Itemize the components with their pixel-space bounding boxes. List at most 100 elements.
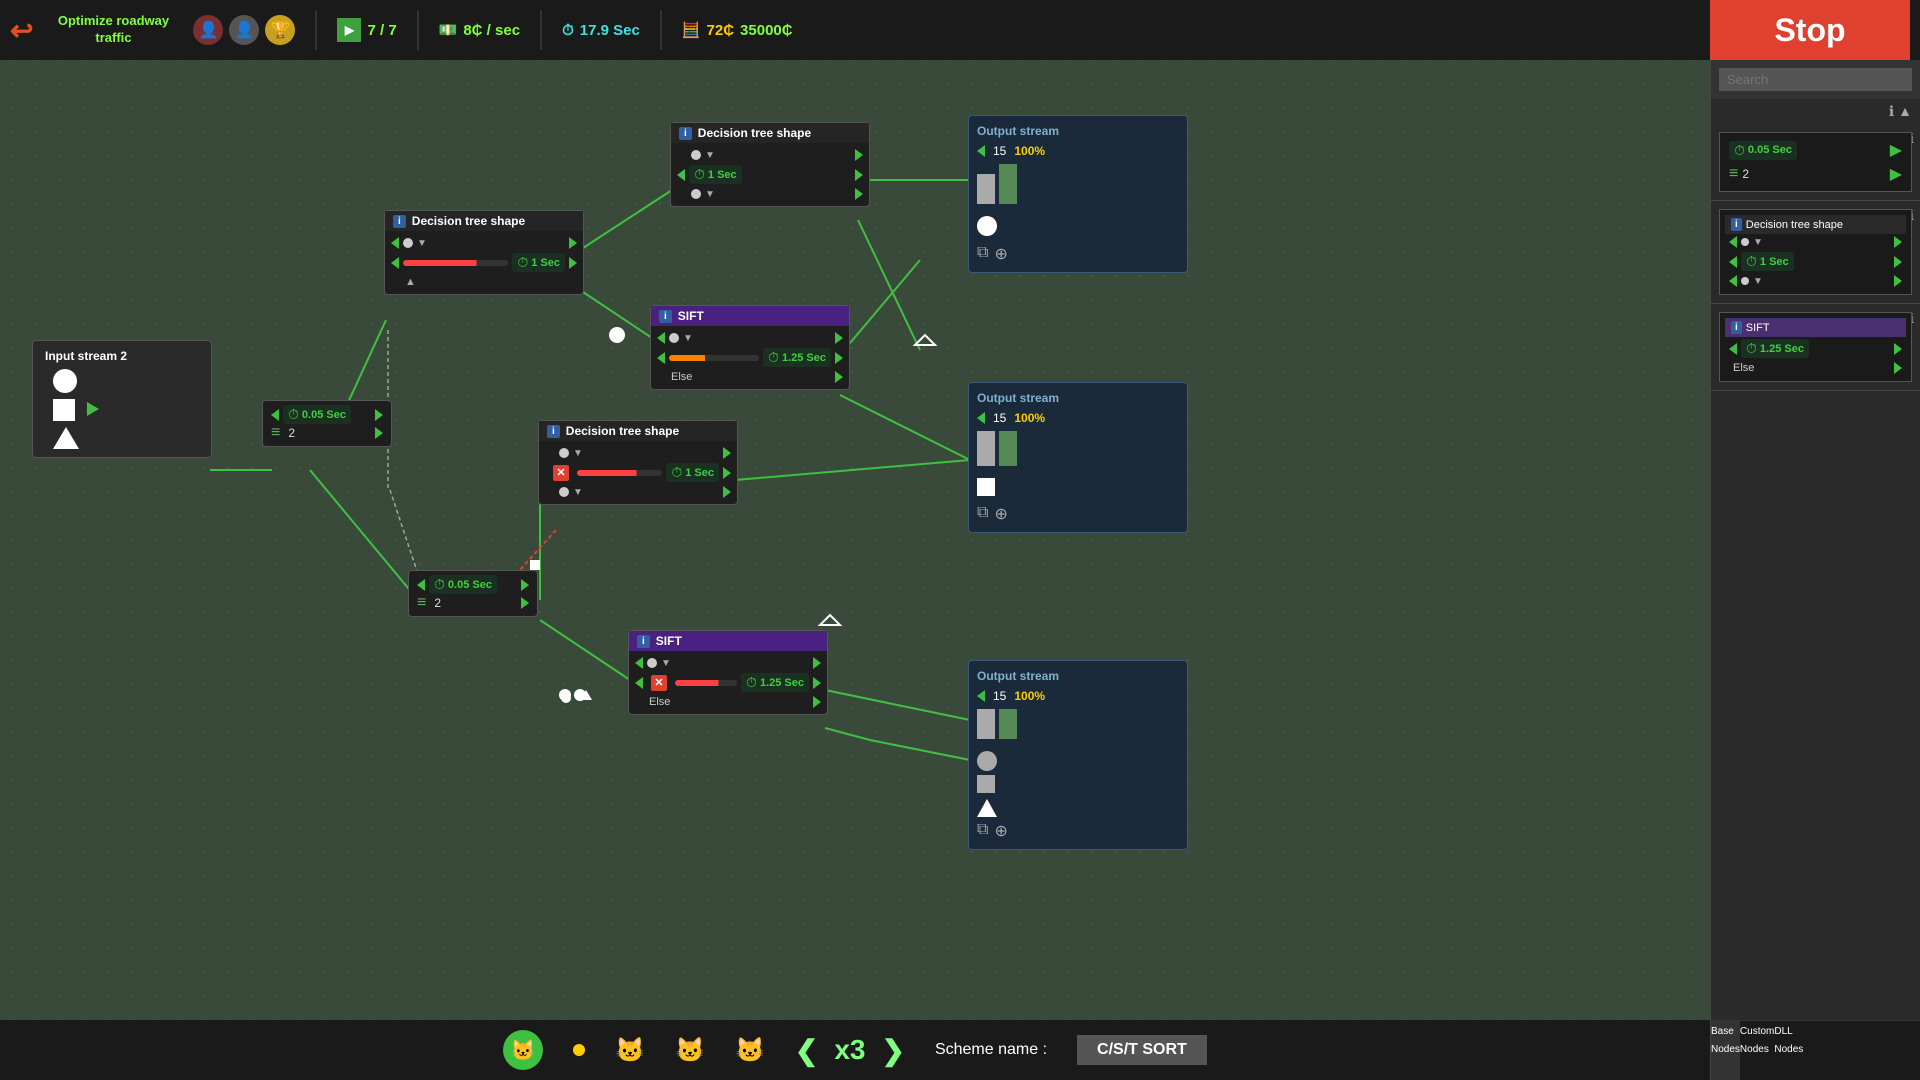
os2-title: Output stream (977, 391, 1179, 405)
input-stream-node: Input stream 2 (32, 340, 212, 458)
base-nodes-tab[interactable]: BaseNodes (1711, 1021, 1740, 1080)
proc2-out[interactable] (521, 579, 529, 591)
sift1-out-mid[interactable] (835, 352, 843, 364)
sift2-else: Else (635, 696, 670, 708)
dt2-header: i Decision tree shape (671, 123, 869, 143)
scheme-label: Scheme name : (935, 1041, 1047, 1059)
cat-icon-green: 🐱 (503, 1030, 543, 1070)
dt1-out-mid[interactable] (569, 257, 577, 269)
os2-settings-icon[interactable]: ⊕ (994, 504, 1007, 524)
dt1-header: i Decision tree shape (385, 211, 583, 231)
dll-nodes-label: DLLNodes (1774, 1026, 1803, 1055)
rp-dt-header: i Decision tree shape (1725, 215, 1906, 234)
os1-settings-icon[interactable]: ⊕ (994, 244, 1007, 264)
dt2-out-top[interactable] (855, 149, 863, 161)
sift1-out-top[interactable] (835, 332, 843, 344)
timer-value: 17.9 Sec (580, 22, 640, 39)
sift2-header: i SIFT (629, 631, 827, 651)
sift1-dot (669, 333, 679, 343)
proc2-out2[interactable] (521, 597, 529, 609)
sift1-slider[interactable] (669, 355, 759, 361)
sift2-slider[interactable] (675, 680, 737, 686)
cat-icon-3[interactable]: 🐱 (735, 1036, 765, 1065)
stop-button[interactable]: Stop (1710, 0, 1910, 60)
mult-left-btn[interactable]: ❮ (795, 1034, 818, 1067)
scroll-up-icon[interactable]: ▲ (1898, 103, 1912, 120)
circle-connector-1 (561, 693, 571, 703)
os1-layers-icon[interactable]: ⧉ (977, 244, 988, 264)
mult-right-btn[interactable]: ❯ (881, 1034, 904, 1067)
rp-arr-out-1[interactable] (1894, 236, 1902, 248)
rp-dt-title: Decision tree shape (1746, 219, 1843, 231)
rp-arrow-right-1[interactable]: ▶ (1890, 140, 1902, 160)
os2-icons[interactable]: ⧉ ⊕ (977, 504, 1179, 524)
proc-node-1: ⏱ 0.05 Sec ≡ 2 (262, 400, 392, 447)
custom-nodes-tab[interactable]: CustomNodes (1740, 1021, 1774, 1080)
os2-layers-icon[interactable]: ⧉ (977, 504, 988, 524)
sift1-in (657, 332, 665, 344)
os2-bar-1 (977, 431, 995, 466)
lines-icon-p2: ≡ (417, 594, 426, 612)
lines-icon-1: ≡ (1729, 165, 1738, 183)
dt1-in-top (391, 237, 399, 249)
os3-settings-icon[interactable]: ⊕ (994, 821, 1007, 841)
os1-stats: 15 100% (977, 144, 1179, 158)
sift1-title: SIFT (678, 309, 704, 323)
os3-percent: 100% (1014, 689, 1045, 703)
dt3-title: Decision tree shape (566, 424, 679, 438)
sift1-i-badge: i (659, 310, 672, 323)
proc1-out[interactable] (375, 409, 383, 421)
sift1-out-else[interactable] (835, 371, 843, 383)
dt3-out-bot[interactable] (723, 486, 731, 498)
dt3-out-top[interactable] (723, 447, 731, 459)
dt2-i-badge: i (679, 127, 692, 140)
sift2-out-mid[interactable] (813, 677, 821, 689)
rp-timer-2: ⏱ 1 Sec (1741, 252, 1794, 271)
sift2-out-top[interactable] (813, 657, 821, 669)
cat-icon-1[interactable]: 🐱 (615, 1036, 645, 1065)
rp-timer-1: ⏱ 0.05 Sec (1729, 141, 1797, 160)
proc1-out2[interactable] (375, 427, 383, 439)
main-canvas[interactable]: Input stream 2 ⏱ 0.05 Sec ≡ 2 (0, 60, 1710, 1020)
dt1-slider[interactable] (403, 260, 508, 266)
rp-sift-arr-out[interactable] (1894, 343, 1902, 355)
output-stream-1: Output stream 15 100% ⧉ ⊕ (968, 115, 1188, 273)
rp-item-1: ℹ ⏱ 0.05 Sec ▶ ≡ 2 ▶ (1711, 124, 1920, 201)
input-stream-title: Input stream 2 (45, 349, 199, 363)
dt-node-2: i Decision tree shape ▼ ⏱ 1 Sec (670, 122, 870, 207)
back-button[interactable]: ↩ (10, 14, 33, 47)
os3-in (977, 690, 985, 702)
dt2-out-bot[interactable] (855, 188, 863, 200)
scheme-name-input[interactable]: C/S/T SORT (1077, 1035, 1207, 1065)
sift2-i-badge: i (637, 635, 650, 648)
dt3-slider[interactable] (577, 470, 662, 476)
avatar-1: 👤 (193, 15, 223, 45)
sift2-title: SIFT (656, 634, 682, 648)
os3-layers-icon[interactable]: ⧉ (977, 821, 988, 841)
os3-val: 15 (993, 689, 1006, 703)
info-icon-top: ℹ (1889, 103, 1894, 120)
dt2-in-mid (677, 169, 685, 181)
search-input[interactable] (1719, 68, 1912, 91)
proc2-timer: ⏱ 0.05 Sec (429, 575, 497, 594)
dt3-out-mid[interactable] (723, 467, 731, 479)
os1-bars (977, 164, 1179, 204)
dt2-out-mid[interactable] (855, 169, 863, 181)
rp-arrow-right-2[interactable]: ▶ (1890, 164, 1902, 184)
os3-icons[interactable]: ⧉ ⊕ (977, 821, 1179, 841)
dll-nodes-tab[interactable]: DLLNodes (1774, 1021, 1803, 1080)
dt1-dot-top (403, 238, 413, 248)
rp-arr-out-2[interactable] (1894, 256, 1902, 268)
search-bar[interactable] (1711, 60, 1920, 99)
dt3-dot-top (559, 448, 569, 458)
dt3-header: i Decision tree shape (539, 421, 737, 441)
sift1-timer: ⏱ 1.25 Sec (763, 348, 831, 367)
os3-circle (977, 751, 997, 771)
os1-icons[interactable]: ⧉ ⊕ (977, 244, 1179, 264)
rate-stat: 💵 8₵ / sec (439, 21, 520, 39)
sift2-out-else[interactable] (813, 696, 821, 708)
cat-icon-2[interactable]: 🐱 (675, 1036, 705, 1065)
rp-arr-out-3[interactable] (1894, 275, 1902, 287)
rp-else-arr-out[interactable] (1894, 362, 1902, 374)
dt1-out-top[interactable] (569, 237, 577, 249)
